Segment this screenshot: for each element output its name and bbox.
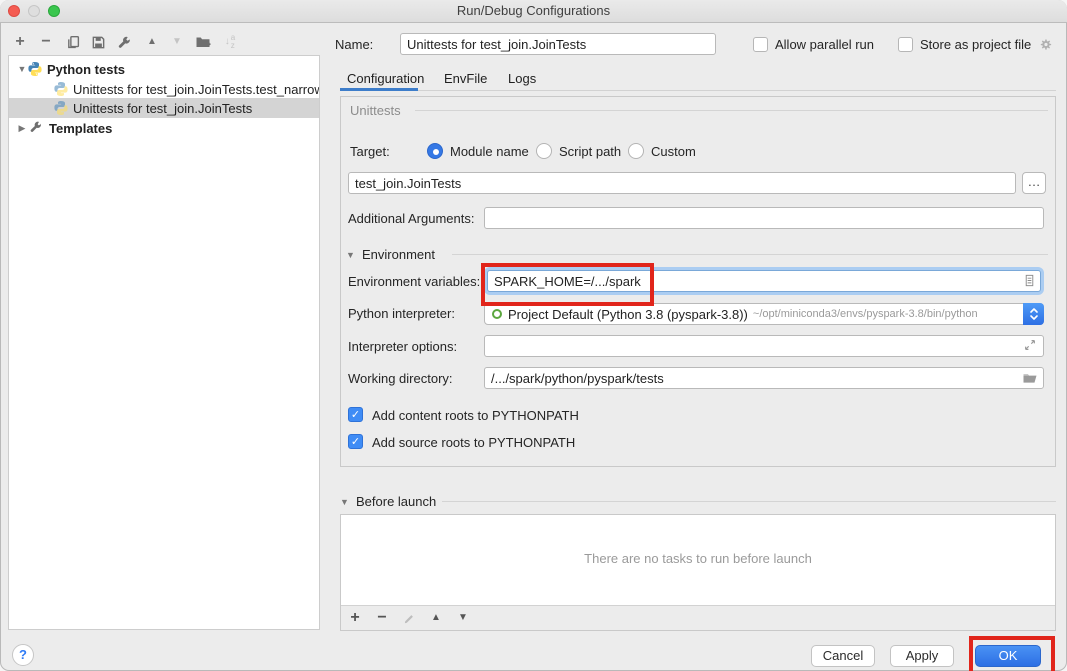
remove-task-button: −	[374, 610, 390, 626]
tree-item-label: Unittests for test_join.JoinTests.test_n…	[73, 82, 320, 97]
allow-parallel-run-checkbox[interactable]	[753, 37, 768, 52]
python-interpreter-combo[interactable]: Project Default (Python 3.8 (pyspark-3.8…	[484, 303, 1044, 325]
save-configuration-icon[interactable]	[88, 32, 108, 52]
tree-item-unittest-jointests-selected[interactable]: Unittests for test_join.JoinTests	[9, 98, 320, 118]
title-bar: Run/Debug Configurations	[0, 0, 1067, 23]
edit-task-pencil-icon	[401, 612, 417, 625]
add-source-roots-label: Add source roots to PYTHONPATH	[372, 435, 575, 450]
python-test-icon	[53, 100, 69, 116]
target-input[interactable]	[348, 172, 1016, 194]
add-task-button[interactable]: +	[347, 610, 363, 626]
radio-custom-label: Custom	[651, 144, 696, 159]
active-tab-underline	[340, 88, 418, 91]
radio-script-path[interactable]	[536, 143, 552, 159]
minimize-window-button	[28, 5, 40, 17]
tree-item-label: Python tests	[47, 62, 125, 77]
expand-field-icon[interactable]	[1023, 338, 1039, 354]
python-interpreter-path: ~/opt/miniconda3/envs/pyspark-3.8/bin/py…	[753, 308, 978, 320]
environment-collapse-icon[interactable]: ▼	[346, 250, 355, 260]
before-launch-title: Before launch	[356, 494, 436, 509]
tree-item-label: Templates	[49, 121, 112, 136]
environment-section-line	[452, 254, 1048, 255]
add-content-roots-checkbox[interactable]	[348, 407, 363, 422]
ok-button[interactable]: OK	[975, 645, 1041, 667]
move-down-button: ▼	[167, 32, 187, 52]
sort-configurations-icon: ↓az	[220, 32, 240, 52]
gear-icon[interactable]	[1038, 37, 1054, 53]
python-interpreter-label: Python interpreter:	[348, 306, 455, 321]
radio-custom[interactable]	[628, 143, 644, 159]
store-as-project-file-label: Store as project file	[920, 37, 1031, 52]
radio-module-name[interactable]	[427, 143, 443, 159]
interpreter-dropdown-stepper[interactable]	[1023, 303, 1044, 325]
python-interpreter-value: Project Default (Python 3.8 (pyspark-3.8…	[508, 307, 748, 322]
copy-configuration-icon[interactable]	[63, 32, 83, 52]
run-debug-configurations-dialog: Run/Debug Configurations + − ▲ ▼ ↓az ▼ P…	[0, 0, 1067, 671]
remove-configuration-button[interactable]: −	[36, 32, 56, 52]
working-directory-label: Working directory:	[348, 371, 453, 386]
close-window-button[interactable]	[8, 5, 20, 17]
browse-target-button[interactable]: …	[1022, 172, 1046, 194]
before-launch-toolbar: + − ▲ ▼	[341, 605, 1055, 630]
name-input[interactable]	[400, 33, 716, 55]
additional-arguments-label: Additional Arguments:	[348, 211, 474, 226]
add-source-roots-checkbox[interactable]	[348, 434, 363, 449]
add-configuration-button[interactable]: +	[10, 32, 30, 52]
radio-script-path-label: Script path	[559, 144, 621, 159]
store-as-project-file-checkbox[interactable]	[898, 37, 913, 52]
move-up-button[interactable]: ▲	[142, 32, 162, 52]
target-label: Target:	[350, 144, 390, 159]
tabs-divider	[340, 90, 1056, 91]
name-label: Name:	[335, 37, 373, 52]
allow-parallel-run-label: Allow parallel run	[775, 37, 874, 52]
interpreter-options-label: Interpreter options:	[348, 339, 457, 354]
tree-item-unittest-narrow[interactable]: Unittests for test_join.JoinTests.test_n…	[9, 79, 320, 99]
window-title: Run/Debug Configurations	[0, 0, 1067, 21]
move-task-down-button: ▼	[455, 613, 471, 623]
before-launch-collapse-icon[interactable]: ▼	[340, 497, 349, 507]
conda-environment-icon	[492, 309, 502, 319]
tab-envfile[interactable]: EnvFile	[444, 71, 487, 86]
python-test-icon	[53, 81, 69, 97]
wrench-icon	[27, 120, 45, 136]
tree-item-templates[interactable]: ▶ Templates	[9, 118, 320, 138]
move-task-up-button: ▲	[428, 613, 444, 623]
before-launch-panel: There are no tasks to run before launch …	[340, 514, 1056, 631]
zoom-window-button[interactable]	[48, 5, 60, 17]
before-launch-line	[442, 501, 1056, 502]
unittests-group-title: Unittests	[350, 103, 401, 118]
before-launch-empty-message: There are no tasks to run before launch	[341, 551, 1055, 566]
help-button[interactable]: ?	[12, 644, 34, 666]
apply-button[interactable]: Apply	[890, 645, 954, 667]
chevron-right-icon[interactable]: ▶	[17, 123, 27, 134]
configurations-tree: ▼ Python tests Unittests for test_join.J…	[8, 55, 320, 630]
tree-item-python-tests[interactable]: ▼ Python tests	[9, 59, 320, 79]
environment-variables-label: Environment variables:	[348, 274, 480, 289]
environment-variables-input[interactable]	[487, 270, 1041, 292]
python-icon	[27, 61, 43, 77]
radio-module-name-label: Module name	[450, 144, 529, 159]
tab-logs[interactable]: Logs	[508, 71, 536, 86]
folder-icon[interactable]	[1022, 370, 1038, 386]
edit-templates-wrench-icon[interactable]	[114, 32, 134, 52]
environment-section-title: Environment	[362, 247, 435, 262]
chevron-down-icon[interactable]: ▼	[17, 64, 27, 74]
cancel-button[interactable]: Cancel	[811, 645, 875, 667]
add-content-roots-label: Add content roots to PYTHONPATH	[372, 408, 579, 423]
unittests-group-line	[415, 110, 1048, 111]
tree-item-label: Unittests for test_join.JoinTests	[73, 101, 252, 116]
new-folder-icon[interactable]	[193, 32, 213, 52]
working-directory-input[interactable]	[484, 367, 1044, 389]
edit-variables-icon[interactable]	[1022, 273, 1038, 289]
interpreter-options-input[interactable]	[484, 335, 1044, 357]
tab-configuration[interactable]: Configuration	[347, 71, 424, 86]
additional-arguments-input[interactable]	[484, 207, 1044, 229]
